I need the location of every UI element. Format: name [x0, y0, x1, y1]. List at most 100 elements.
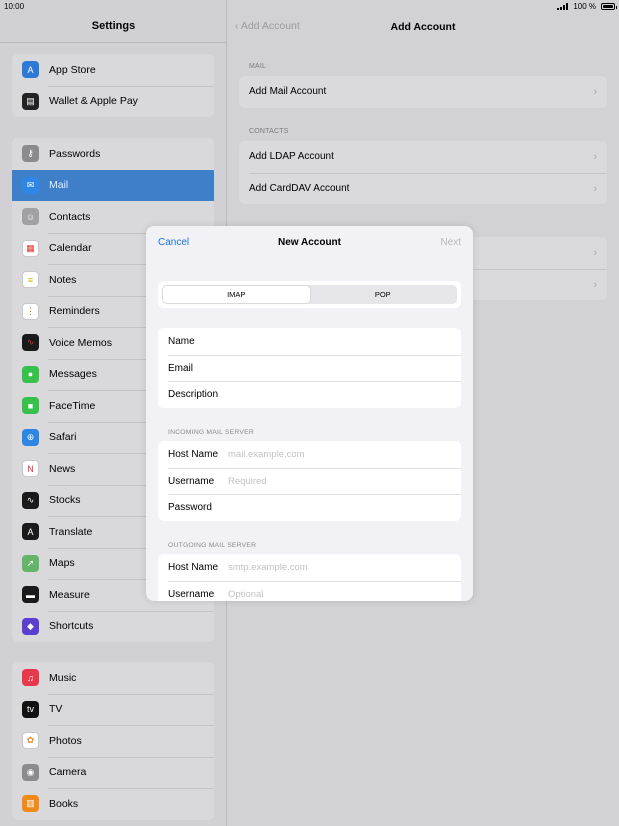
- status-bar: 10:00 100 %: [0, 0, 619, 13]
- sidebar-item-music[interactable]: ♫ Music: [12, 662, 214, 694]
- next-button[interactable]: Next: [440, 237, 461, 248]
- sidebar-item-label: FaceTime: [49, 399, 96, 412]
- sidebar-item-books[interactable]: ▥ Books: [12, 788, 214, 820]
- battery-icon: [601, 3, 617, 10]
- add-carddav-account-row[interactable]: Add CardDAV Account ›: [239, 172, 607, 205]
- sidebar-item-label: Music: [49, 671, 77, 684]
- field-label: Description: [168, 389, 219, 401]
- detail-nav-bar: ‹ Add Account Add Account: [227, 13, 619, 43]
- sidebar-item-shortcuts[interactable]: ◆ Shortcuts: [12, 610, 214, 643]
- sidebar-item-label: Notes: [49, 273, 77, 286]
- field-label: Email: [168, 362, 194, 374]
- field-label: Username: [168, 475, 215, 487]
- row-label: Add Mail Account: [249, 86, 327, 98]
- news-icon: N: [22, 460, 39, 478]
- mail-group: Add Mail Account ›: [239, 76, 607, 108]
- photos-icon: ✿: [22, 732, 39, 750]
- email-field[interactable]: Email: [158, 354, 461, 382]
- sidebar-item-label: Messages: [49, 368, 97, 381]
- sidebar-item-label: Safari: [49, 431, 77, 444]
- field-label: Host Name: [168, 448, 219, 460]
- sidebar-item-label: App Store: [49, 63, 96, 76]
- sidebar-title: Settings: [91, 20, 136, 32]
- stocks-icon: ∿: [22, 491, 39, 509]
- sidebar-item-wallet-apple-pay[interactable]: ▤ Wallet & Apple Pay: [12, 85, 214, 118]
- sidebar-item-tv[interactable]: tv TV: [12, 693, 214, 726]
- sidebar-group-media: ♫ Music tv TV ✿ Photos ◉ Camera ▥ Books: [12, 662, 214, 820]
- incoming-username-field[interactable]: Username Required: [158, 467, 461, 495]
- sidebar-item-label: Reminders: [49, 305, 100, 318]
- notes-icon: ≡: [22, 271, 39, 289]
- sidebar-item-label: Wallet & Apple Pay: [49, 95, 138, 108]
- sidebar-item-label: Shortcuts: [49, 620, 94, 633]
- incoming-server-header: INCOMING MAIL SERVER: [168, 429, 254, 436]
- row-label: Add CardDAV Account: [249, 182, 350, 194]
- wallet-icon: ▤: [22, 92, 39, 110]
- reminders-icon: ⋮: [22, 302, 39, 320]
- sidebar-item-label: Contacts: [49, 210, 91, 223]
- calendar-icon: ▦: [22, 239, 39, 257]
- sidebar-item-label: Passwords: [49, 147, 101, 160]
- sidebar-item-label: Books: [49, 797, 79, 810]
- new-account-sheet: Cancel New Account Next IMAP POP Name Em…: [146, 226, 473, 601]
- sidebar-item-label: Maps: [49, 557, 75, 570]
- books-icon: ▥: [22, 795, 39, 813]
- key-icon: ⚷: [22, 145, 39, 163]
- sidebar-item-label: Calendar: [49, 242, 92, 255]
- sidebar-item-label: Camera: [49, 766, 87, 779]
- contacts-icon: ☺: [22, 208, 39, 226]
- field-label: Password: [168, 502, 212, 514]
- detail-title: Add Account: [390, 21, 456, 33]
- sidebar-item-camera[interactable]: ◉ Camera: [12, 756, 214, 789]
- incoming-server-group: Host Name mail.example.com Username Requir…: [158, 441, 461, 522]
- sidebar-item-label: Stocks: [49, 494, 81, 507]
- incoming-password-field[interactable]: Password: [158, 494, 461, 521]
- outgoing-host-name-field[interactable]: Host Name smtp.example.com: [158, 554, 461, 581]
- sidebar-item-mail[interactable]: ✉ Mail: [12, 169, 214, 201]
- battery-percent: 100 %: [573, 2, 596, 11]
- add-mail-account-row[interactable]: Add Mail Account ›: [239, 76, 607, 108]
- sidebar-item-label: Translate: [49, 525, 93, 538]
- facetime-icon: ■: [22, 397, 39, 415]
- chevron-right-icon: ›: [593, 151, 597, 163]
- chevron-right-icon: ›: [593, 278, 597, 291]
- shortcuts-icon: ◆: [22, 617, 39, 635]
- app-store-icon: A: [22, 61, 39, 79]
- voice-memos-icon: ∿: [22, 334, 39, 352]
- incoming-host-name-field[interactable]: Host Name mail.example.com: [158, 441, 461, 468]
- field-label: Name: [168, 335, 195, 347]
- sidebar-item-app-store[interactable]: A App Store: [12, 54, 214, 86]
- field-placeholder: smtp.example.com: [228, 561, 308, 573]
- tv-icon: tv: [22, 700, 39, 718]
- field-placeholder: Required: [228, 475, 267, 487]
- safari-icon: ⊕: [22, 428, 39, 446]
- field-label: Host Name: [168, 561, 219, 573]
- chevron-right-icon: ›: [593, 182, 597, 195]
- contacts-section-header: CONTACTS: [249, 128, 289, 135]
- status-time: 10:00: [4, 2, 25, 11]
- sidebar-group-store: A App Store ▤ Wallet & Apple Pay: [12, 54, 214, 117]
- sidebar-item-passwords[interactable]: ⚷ Passwords: [12, 138, 214, 170]
- sidebar-item-label: Voice Memos: [49, 336, 113, 349]
- sidebar-item-photos[interactable]: ✿ Photos: [12, 725, 214, 757]
- row-label: Add LDAP Account: [249, 151, 334, 163]
- field-label: Username: [168, 588, 215, 600]
- mail-section-header: MAIL: [249, 63, 267, 70]
- maps-icon: ➚: [22, 554, 39, 572]
- add-ldap-account-row[interactable]: Add LDAP Account ›: [239, 141, 607, 173]
- measure-icon: ▬: [22, 586, 39, 604]
- sheet-title: New Account: [278, 237, 341, 248]
- account-type-control: IMAP POP: [158, 281, 461, 308]
- name-field[interactable]: Name: [158, 328, 461, 355]
- camera-icon: ◉: [22, 763, 39, 781]
- segment-pop[interactable]: POP: [310, 286, 457, 303]
- chevron-right-icon: ›: [593, 86, 597, 98]
- description-field[interactable]: Description: [158, 381, 461, 408]
- sidebar-item-label: TV: [49, 703, 63, 716]
- segment-imap[interactable]: IMAP: [163, 286, 310, 303]
- field-placeholder: Optional: [228, 588, 264, 600]
- outgoing-username-field[interactable]: Username Optional: [158, 580, 461, 601]
- sidebar-item-label: News: [49, 462, 76, 475]
- sidebar-item-label: Mail: [49, 179, 69, 192]
- sidebar-item-label: Measure: [49, 588, 90, 601]
